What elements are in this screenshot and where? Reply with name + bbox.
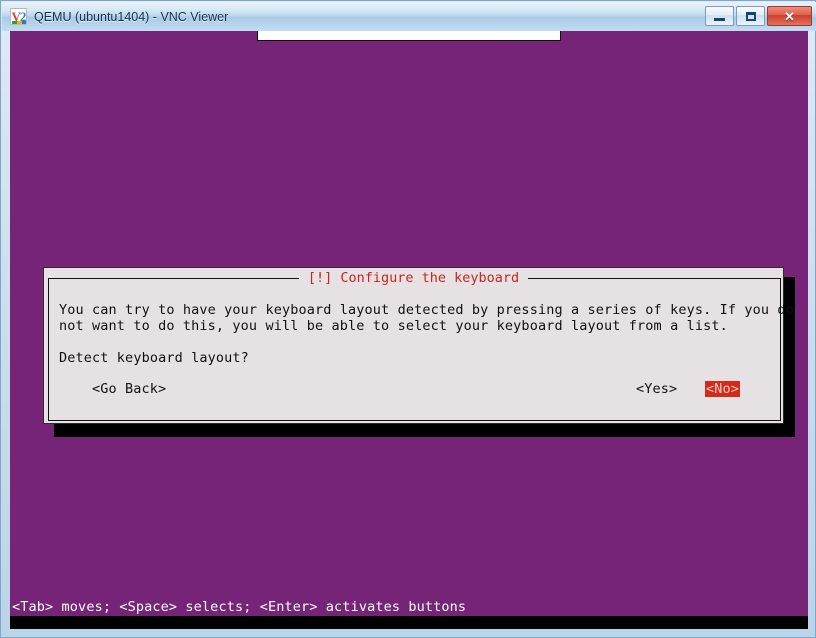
minimize-icon [714,18,725,21]
no-button[interactable]: <No> [705,381,741,397]
configure-keyboard-dialog: [!] Configure the keyboard You can try t… [43,267,794,424]
screen-bottom-filler [10,616,808,629]
vnc-viewer-window: V2 QEMU (ubuntu1404) - VNC Viewer ✕ [!] … [0,0,816,638]
partially-hidden-toolbar[interactable] [257,31,561,41]
close-icon: ✕ [784,8,795,24]
yes-button[interactable]: <Yes> [635,381,678,397]
minimize-button[interactable] [705,6,734,26]
close-button[interactable]: ✕ [767,6,812,26]
dialog-question-text: Detect keyboard layout? [59,350,249,366]
go-back-button[interactable]: <Go Back> [91,381,167,397]
window-title-bar[interactable]: V2 QEMU (ubuntu1404) - VNC Viewer ✕ [2,2,816,31]
window-title: QEMU (ubuntu1404) - VNC Viewer [34,9,229,24]
dialog-body-line-2: not want to do this, you will be able to… [59,318,728,334]
vnc-remote-screen[interactable]: [!] Configure the keyboard You can try t… [10,31,808,629]
dialog-title-text: [!] Configure the keyboard [298,270,529,286]
dialog-body-line-1: You can try to have your keyboard layout… [59,302,794,318]
maximize-button[interactable] [736,6,765,26]
dialog-button-row: <Go Back> <Yes> <No> [44,381,785,399]
keyboard-hint-status-bar: <Tab> moves; <Space> selects; <Enter> ac… [12,599,467,615]
maximize-icon [745,11,756,21]
dialog-title: [!] Configure the keyboard [44,270,783,287]
vnc-logo-icon: V2 [10,8,27,25]
window-controls: ✕ [705,6,812,26]
dialog-body-text: You can try to have your keyboard layout… [59,302,794,334]
